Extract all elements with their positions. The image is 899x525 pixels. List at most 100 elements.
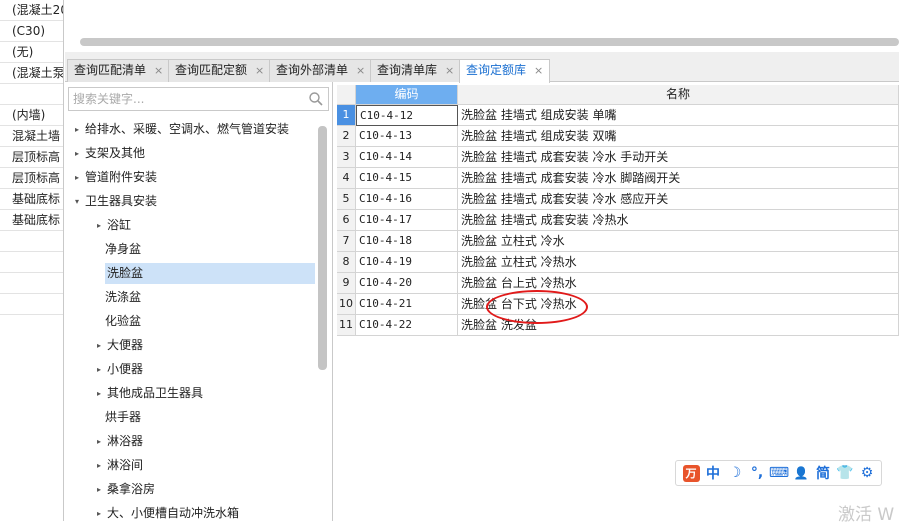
name-cell[interactable]: 洗脸盆 挂墙式 组成安装 双嘴	[458, 126, 899, 147]
tab-match-bill[interactable]: 查询匹配清单 ×	[67, 59, 171, 82]
caret-right-icon[interactable]: ▸	[97, 503, 107, 521]
ime-punctuation-icon[interactable]: °,	[746, 463, 768, 483]
row-number[interactable]: 7	[337, 231, 356, 252]
tree-item[interactable]: 烘手器	[105, 407, 141, 428]
code-cell[interactable]: C10-4-15	[356, 168, 458, 189]
code-cell[interactable]: C10-4-16	[356, 189, 458, 210]
code-cell[interactable]: C10-4-12	[356, 105, 458, 126]
caret-right-icon[interactable]: ▸	[97, 335, 107, 356]
property-row[interactable]: 基础底标	[0, 210, 63, 231]
tab-match-quota[interactable]: 查询匹配定额 ×	[168, 59, 272, 82]
close-icon[interactable]: ×	[255, 64, 264, 77]
row-number[interactable]: 9	[337, 273, 356, 294]
property-row[interactable]: 基础底标	[0, 189, 63, 210]
close-icon[interactable]: ×	[445, 64, 454, 77]
table-row[interactable]: 11 C10-4-22 洗脸盆 洗发盆	[337, 315, 899, 336]
caret-right-icon[interactable]: ▸	[97, 455, 107, 476]
row-number[interactable]: 11	[337, 315, 356, 336]
caret-right-icon[interactable]: ▸	[97, 215, 107, 236]
ime-skin-icon[interactable]: 👕	[834, 463, 856, 483]
tree-item[interactable]: 净身盆	[105, 239, 141, 260]
property-row[interactable]: (无)	[0, 42, 63, 63]
property-row[interactable]: 混凝土墙	[0, 126, 63, 147]
property-row[interactable]: (内墙)	[0, 105, 63, 126]
tree-item[interactable]: ▸ 淋浴器	[97, 431, 143, 452]
tab-quota-library[interactable]: 查询定额库 ×	[459, 59, 551, 83]
code-cell[interactable]: C10-4-22	[356, 315, 458, 336]
tree-item[interactable]: ▸ 大、小便槽自动冲洗水箱	[97, 503, 239, 521]
ime-user-icon[interactable]: 👤	[790, 463, 812, 483]
caret-right-icon[interactable]: ▸	[97, 359, 107, 380]
code-cell[interactable]: C10-4-19	[356, 252, 458, 273]
table-row[interactable]: 8 C10-4-19 洗脸盆 立柱式 冷热水	[337, 252, 899, 273]
ime-logo-icon[interactable]: 万	[680, 463, 702, 483]
search-input[interactable]	[69, 88, 301, 110]
row-number[interactable]: 10	[337, 294, 356, 315]
code-cell[interactable]: C10-4-14	[356, 147, 458, 168]
property-row[interactable]	[0, 273, 63, 294]
property-row[interactable]	[0, 294, 63, 315]
row-number[interactable]: 4	[337, 168, 356, 189]
caret-right-icon[interactable]: ▸	[97, 431, 107, 452]
name-cell[interactable]: 洗脸盆 立柱式 冷水	[458, 231, 899, 252]
row-number[interactable]: 8	[337, 252, 356, 273]
row-number[interactable]: 2	[337, 126, 356, 147]
table-row[interactable]: 1 C10-4-12 洗脸盆 挂墙式 组成安装 单嘴	[337, 105, 899, 126]
caret-right-icon[interactable]: ▸	[75, 119, 85, 140]
close-icon[interactable]: ×	[534, 64, 543, 77]
property-row[interactable]	[0, 84, 63, 105]
property-row[interactable]: (混凝土泵	[0, 63, 63, 84]
property-row[interactable]	[0, 231, 63, 252]
code-cell[interactable]: C10-4-18	[356, 231, 458, 252]
table-row[interactable]: 2 C10-4-13 洗脸盆 挂墙式 组成安装 双嘴	[337, 126, 899, 147]
ime-half-width-icon[interactable]: ☽	[724, 463, 746, 483]
close-icon[interactable]: ×	[356, 64, 365, 77]
header-name[interactable]: 名称	[458, 85, 899, 105]
tree-item[interactable]: ▸ 给排水、采暖、空调水、燃气管道安装	[75, 119, 289, 140]
table-row[interactable]: 3 C10-4-14 洗脸盆 挂墙式 成套安装 冷水 手动开关	[337, 147, 899, 168]
name-cell[interactable]: 洗脸盆 挂墙式 成套安装 冷水 脚踏阀开关	[458, 168, 899, 189]
ime-keyboard-icon[interactable]: ⌨	[768, 463, 790, 483]
name-cell[interactable]: 洗脸盆 挂墙式 成套安装 冷水 手动开关	[458, 147, 899, 168]
tree-item[interactable]: ▸ 大便器	[97, 335, 143, 356]
tree-item[interactable]: 化验盆	[105, 311, 141, 332]
tree-item[interactable]: ▸ 其他成品卫生器具	[97, 383, 203, 404]
tree-item[interactable]: ▸ 桑拿浴房	[97, 479, 155, 500]
tree-item[interactable]: 洗脸盆	[105, 263, 315, 284]
tree-item[interactable]: ▾ 卫生器具安装	[75, 191, 157, 212]
row-number[interactable]: 5	[337, 189, 356, 210]
code-cell[interactable]: C10-4-21	[356, 294, 458, 315]
ime-simplified-icon[interactable]: 简	[812, 463, 834, 483]
property-row[interactable]: 层顶标高	[0, 147, 63, 168]
property-row[interactable]: (C30)	[0, 21, 63, 42]
tab-external-bill[interactable]: 查询外部清单 ×	[269, 59, 373, 82]
table-row[interactable]: 4 C10-4-15 洗脸盆 挂墙式 成套安装 冷水 脚踏阀开关	[337, 168, 899, 189]
property-row[interactable]: 层顶标高	[0, 168, 63, 189]
caret-right-icon[interactable]: ▸	[75, 143, 85, 164]
property-row[interactable]	[0, 252, 63, 273]
tab-bill-library[interactable]: 查询清单库 ×	[370, 59, 462, 82]
table-row[interactable]: 7 C10-4-18 洗脸盆 立柱式 冷水	[337, 231, 899, 252]
tree-scrollbar[interactable]	[318, 126, 327, 370]
horizontal-scrollbar[interactable]	[80, 38, 899, 46]
tree-item[interactable]: ▸ 管道附件安装	[75, 167, 157, 188]
code-cell[interactable]: C10-4-17	[356, 210, 458, 231]
row-number[interactable]: 1	[337, 105, 356, 126]
close-icon[interactable]: ×	[154, 64, 163, 77]
table-row[interactable]: 5 C10-4-16 洗脸盆 挂墙式 成套安装 冷水 感应开关	[337, 189, 899, 210]
tree-item[interactable]: 洗涤盆	[105, 287, 141, 308]
table-row[interactable]: 10 C10-4-21 洗脸盆 台下式 冷热水	[337, 294, 899, 315]
name-cell[interactable]: 洗脸盆 挂墙式 组成安装 单嘴	[458, 105, 899, 126]
name-cell[interactable]: 洗脸盆 立柱式 冷热水	[458, 252, 899, 273]
tree-item[interactable]: ▸ 支架及其他	[75, 143, 145, 164]
code-cell[interactable]: C10-4-20	[356, 273, 458, 294]
code-cell[interactable]: C10-4-13	[356, 126, 458, 147]
ime-chinese-mode-icon[interactable]: 中	[702, 463, 724, 483]
caret-right-icon[interactable]: ▸	[97, 383, 107, 404]
name-cell[interactable]: 洗脸盆 挂墙式 成套安装 冷热水	[458, 210, 899, 231]
row-number[interactable]: 3	[337, 147, 356, 168]
property-row[interactable]: (混凝土20	[0, 0, 63, 21]
search-icon[interactable]	[307, 90, 325, 108]
row-number[interactable]: 6	[337, 210, 356, 231]
tree-item[interactable]: ▸ 淋浴间	[97, 455, 143, 476]
